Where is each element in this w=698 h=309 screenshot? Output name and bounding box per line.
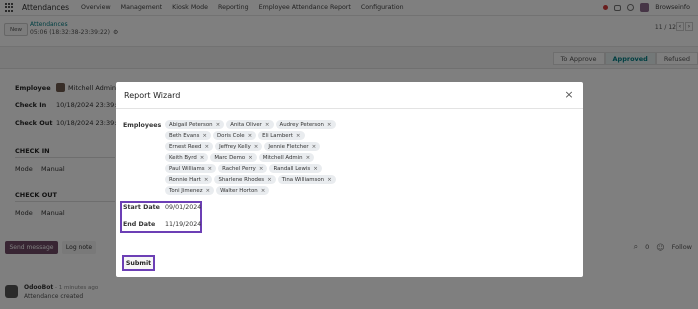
remove-tag-icon[interactable]: × [296,133,301,139]
employee-tag: Mitchell Admin × [258,153,315,162]
remove-tag-icon[interactable]: × [248,155,253,161]
employee-tag-label: Beth Evans [169,132,200,139]
remove-tag-icon[interactable]: × [204,177,209,183]
employee-tag-label: Eli Lambert [262,132,293,139]
remove-tag-icon[interactable]: × [254,144,259,150]
employee-tag: Abigail Peterson × [165,120,225,129]
remove-tag-icon[interactable]: × [327,122,332,128]
employee-tag: Beth Evans × [165,131,211,140]
remove-tag-icon[interactable]: × [312,144,317,150]
remove-tag-icon[interactable]: × [259,166,264,172]
employee-tag-label: Jeffrey Kelly [219,143,251,150]
employee-tag: Eli Lambert × [258,131,305,140]
employee-tag-label: Anita Oliver [230,121,262,128]
employee-tag: Sharlene Rhodes × [214,175,276,184]
employee-tag: Audrey Peterson × [275,120,336,129]
remove-tag-icon[interactable]: × [216,122,221,128]
employee-tag: Walter Horton × [216,186,270,195]
remove-tag-icon[interactable]: × [267,177,272,183]
start-date-label: Start Date [123,204,160,211]
employee-tag: Doris Cole × [213,131,257,140]
employee-tag: Paul Williams × [165,164,217,173]
employee-tag: Jennie Fletcher × [264,142,321,151]
remove-tag-icon[interactable]: × [265,122,270,128]
remove-tag-icon[interactable]: × [202,133,207,139]
employee-tag-label: Audrey Peterson [279,121,324,128]
employee-tag-label: Mitchell Admin [262,154,303,161]
employee-tag-label: Doris Cole [217,132,245,139]
remove-tag-icon[interactable]: × [313,166,318,172]
end-date-input[interactable]: 11/19/2024 [165,221,201,228]
employee-tag-label: Keith Byrd [169,154,197,161]
remove-tag-icon[interactable]: × [248,133,253,139]
employee-tag: Keith Byrd × [165,153,209,162]
modal-header: Report Wizard × [116,82,583,109]
employee-tag: Rachel Perry × [218,164,268,173]
employee-tag: Jeffrey Kelly × [215,142,263,151]
employee-tag-label: Paul Williams [169,165,205,172]
employee-tag-label: Jennie Fletcher [268,143,309,150]
employee-tag: Anita Oliver × [226,120,274,129]
close-icon[interactable]: × [562,88,576,102]
remove-tag-icon[interactable]: × [327,177,332,183]
remove-tag-icon[interactable]: × [206,188,211,194]
end-date-label: End Date [123,221,156,228]
employee-tag-label: Abigail Peterson [169,121,213,128]
employee-tag-label: Walter Horton [220,187,258,194]
employee-tag: Ernest Reed × [165,142,214,151]
employee-tag-label: Ernest Reed [169,143,202,150]
remove-tag-icon[interactable]: × [204,144,209,150]
remove-tag-icon[interactable]: × [208,166,213,172]
employee-tag: Ronnie Hart × [165,175,213,184]
employee-tag-label: Randall Lewis [273,165,311,172]
submit-button[interactable]: Submit [122,255,155,271]
employee-tag: Randall Lewis × [269,164,322,173]
remove-tag-icon[interactable]: × [261,188,266,194]
employee-tag: Toni Jimenez × [165,186,215,195]
employees-tag-field[interactable]: Abigail Peterson × Anita Oliver × Audrey Pet… [165,120,345,195]
employee-tag-label: Rachel Perry [222,165,256,172]
modal-title: Report Wizard [124,91,181,100]
remove-tag-icon[interactable]: × [200,155,205,161]
employee-tag-label: Toni Jimenez [169,187,203,194]
employee-tag-label: Ronnie Hart [169,176,201,183]
employee-tag-label: Marc Demo [214,154,246,161]
remove-tag-icon[interactable]: × [306,155,311,161]
report-wizard-dialog: Report Wizard × Employees Abigail Peters… [116,82,583,277]
employees-label: Employees [123,122,162,129]
employee-tag: Tina Williamson × [277,175,336,184]
employee-tag-label: Sharlene Rhodes [218,176,265,183]
start-date-input[interactable]: 09/01/2024 [165,204,201,211]
employee-tag-label: Tina Williamson [281,176,325,183]
employee-tag: Marc Demo × [210,153,257,162]
